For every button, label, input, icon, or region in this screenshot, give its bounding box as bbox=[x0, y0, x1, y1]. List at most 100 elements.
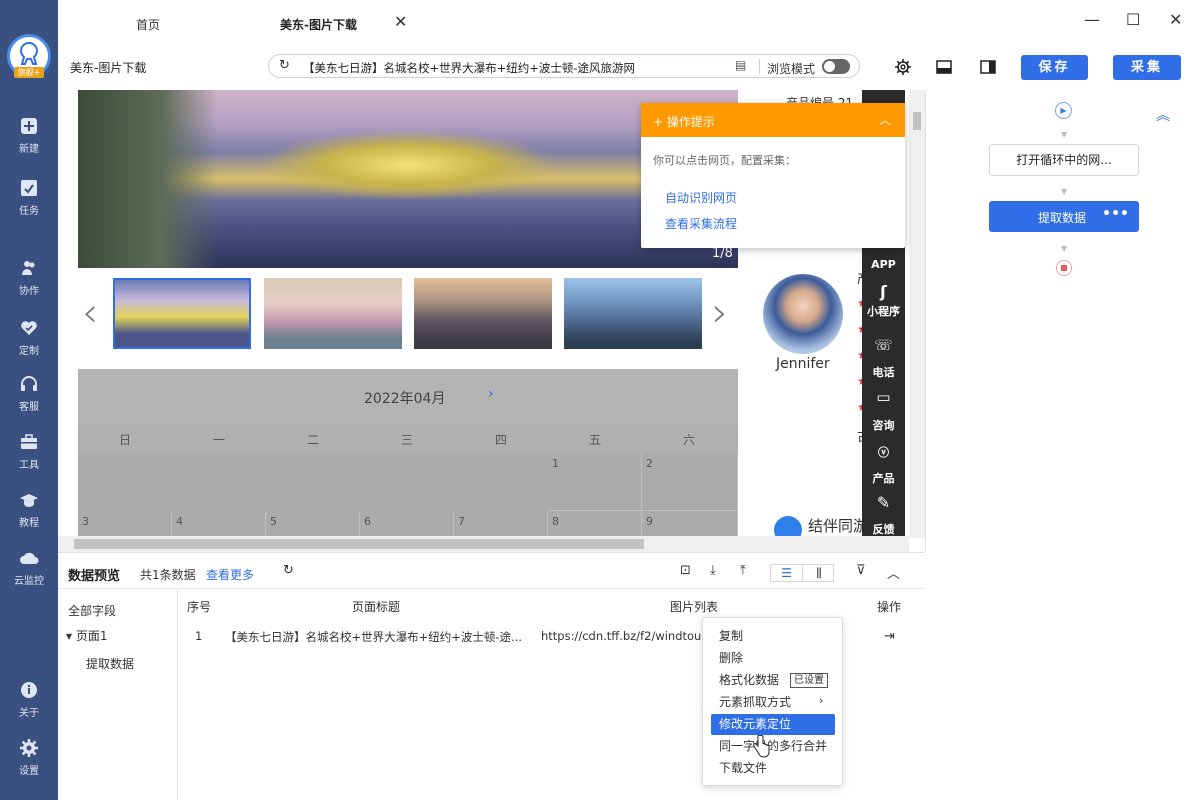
image-counter: 1/8 bbox=[712, 246, 733, 261]
collapse-icon[interactable]: ︿ bbox=[879, 111, 891, 128]
refresh-icon[interactable]: ↻ bbox=[279, 58, 290, 73]
extract-data-step[interactable]: 提取数据 ••• bbox=[989, 201, 1139, 232]
prev-arrow-icon[interactable]: ‹ bbox=[82, 290, 98, 336]
view-flow-link[interactable]: 查看采集流程 bbox=[665, 215, 737, 232]
hero-image[interactable]: 1/8 bbox=[78, 90, 738, 268]
tab-task-image-download[interactable]: 美东-图片下载 bbox=[280, 16, 357, 33]
tab-bar: 首页 美东-图片下载 ✕ — ☐ ✕ bbox=[58, 0, 1200, 46]
app-logo[interactable]: 旗舰+ bbox=[7, 34, 51, 78]
maximize-button[interactable]: ☐ bbox=[1126, 10, 1140, 29]
add-field-icon[interactable]: ⊡ bbox=[680, 563, 691, 578]
sidebar-item-custom[interactable]: 定制 bbox=[0, 318, 58, 368]
list-view-icon[interactable]: ☰ bbox=[771, 565, 803, 581]
compare-icon[interactable]: ⓥ bbox=[862, 444, 905, 460]
cell-images[interactable]: https://cdn.tff.bz/f2/windtour/... bbox=[541, 629, 721, 643]
mini-program-link[interactable]: 小程序 bbox=[862, 303, 905, 319]
sidebar-item-collab[interactable]: 协作 bbox=[0, 258, 58, 308]
upload-icon[interactable]: ⤒ bbox=[740, 563, 746, 578]
page1-item[interactable]: ▾ 页面1 bbox=[66, 627, 107, 644]
extract-data-item[interactable]: 提取数据 bbox=[86, 655, 134, 672]
thumbnail[interactable] bbox=[264, 278, 402, 349]
cell-no: 1 bbox=[195, 629, 203, 643]
view-more-link[interactable]: 查看更多 bbox=[206, 566, 254, 583]
all-fields-item[interactable]: 全部字段 bbox=[68, 602, 116, 619]
sidebar-item-settings[interactable]: 设置 bbox=[0, 738, 58, 788]
view-switch[interactable]: ☰ ⫼ bbox=[770, 564, 834, 582]
export-row-icon[interactable]: ⇥ bbox=[884, 629, 895, 644]
collapse-up-icon[interactable]: ︽ bbox=[1156, 105, 1170, 125]
col-header-images: 图片列表 bbox=[670, 600, 719, 614]
guide-avatar[interactable] bbox=[763, 274, 843, 354]
browse-mode-toggle[interactable] bbox=[822, 59, 850, 74]
phone-link[interactable]: 电话 bbox=[862, 364, 905, 380]
sidebar-item-label: 工具 bbox=[19, 460, 39, 471]
calendar-next-icon[interactable]: › bbox=[488, 386, 494, 402]
field-context-menu: 复制 删除 格式化数据 已设置 元素抓取方式 › 修改元素定位 同一字段的多行合… bbox=[702, 617, 843, 786]
tab-home[interactable]: 首页 bbox=[136, 16, 160, 33]
heart-check-icon bbox=[21, 321, 37, 335]
mini-program-icon[interactable]: ʃ bbox=[862, 282, 905, 301]
cell-title[interactable]: 【美东七日游】名城名校+世界大瀑布+纽约+波士顿-途... bbox=[225, 629, 522, 645]
calendar-weekdays: 日 一 二 三 四 五 六 bbox=[78, 425, 738, 453]
record-count: 共1条数据 bbox=[140, 568, 196, 582]
play-icon[interactable]: ▶ bbox=[1055, 102, 1072, 119]
column-view-icon[interactable]: ⫼ bbox=[803, 565, 835, 581]
thumbnail[interactable] bbox=[414, 278, 552, 349]
tab-close-icon[interactable]: ✕ bbox=[394, 12, 407, 31]
url-text[interactable]: 【美东七日游】名城名校+世界大瀑布+纽约+波士顿-途风旅游网 bbox=[303, 60, 635, 76]
url-bar[interactable]: ↻ 【美东七日游】名城名校+世界大瀑布+纽约+波士顿-途风旅游网 ▤ 浏览模式 bbox=[268, 54, 860, 78]
sidebar-item-tools[interactable]: 工具 bbox=[0, 432, 58, 482]
stop-icon[interactable] bbox=[1056, 260, 1072, 276]
companion-link[interactable]: 结伴同游 bbox=[808, 515, 868, 536]
tips-header[interactable]: + 操作提示 ︿ bbox=[641, 103, 905, 137]
settings-gear-icon[interactable] bbox=[894, 58, 912, 76]
menu-modify-locator[interactable]: 修改元素定位 bbox=[711, 714, 835, 735]
collect-button[interactable]: 采集 bbox=[1113, 55, 1181, 80]
thumbnail[interactable] bbox=[113, 278, 251, 349]
sidebar-item-task[interactable]: 任务 bbox=[0, 178, 58, 228]
phone-icon[interactable]: ☏ bbox=[862, 336, 905, 354]
close-window-button[interactable]: ✕ bbox=[1169, 10, 1182, 29]
sidebar-item-tutorial[interactable]: 教程 bbox=[0, 490, 58, 540]
minimize-button[interactable]: — bbox=[1084, 10, 1100, 29]
plus-square-icon bbox=[21, 118, 37, 134]
sidebar-item-about[interactable]: 关于 bbox=[0, 680, 58, 730]
feedback-link[interactable]: 反馈 bbox=[862, 521, 905, 537]
calendar-day[interactable]: 1 bbox=[548, 453, 642, 511]
edit-icon[interactable]: ✎ bbox=[862, 493, 905, 512]
thumbnail[interactable] bbox=[564, 278, 702, 349]
menu-download-file[interactable]: 下载文件 bbox=[711, 758, 835, 779]
product-link[interactable]: 产品 bbox=[862, 470, 905, 486]
tips-description: 你可以点击网页，配置采集： bbox=[653, 154, 796, 167]
page-source-icon[interactable]: ▤ bbox=[735, 58, 746, 72]
menu-merge-rows[interactable]: 同一字段的多行合并 bbox=[711, 736, 835, 757]
sidebar-item-service[interactable]: 客服 bbox=[0, 374, 58, 424]
consult-link[interactable]: 咨询 bbox=[862, 417, 905, 433]
menu-delete[interactable]: 删除 bbox=[711, 648, 835, 669]
sidebar-item-new[interactable]: 新建 bbox=[0, 116, 58, 166]
auto-detect-link[interactable]: 自动识别网页 bbox=[665, 189, 737, 206]
sidebar-item-label: 任务 bbox=[19, 206, 39, 217]
guide-name: Jennifer bbox=[776, 356, 830, 372]
col-header-action: 操作 bbox=[877, 600, 902, 614]
refresh-icon[interactable]: ↻ bbox=[283, 563, 294, 578]
weekday: 五 bbox=[588, 433, 601, 447]
app-link[interactable]: APP bbox=[862, 258, 905, 271]
more-icon[interactable]: ••• bbox=[1102, 206, 1129, 222]
layout-bottom-icon[interactable] bbox=[935, 58, 953, 76]
next-arrow-icon[interactable]: › bbox=[712, 290, 728, 336]
sidebar-item-cloud[interactable]: 云监控 bbox=[0, 548, 58, 598]
calendar-day[interactable]: 2 bbox=[642, 453, 738, 511]
chat-icon[interactable]: ▭ bbox=[862, 388, 905, 406]
save-button[interactable]: 保存 bbox=[1021, 55, 1088, 80]
vertical-scrollbar[interactable] bbox=[909, 90, 925, 538]
download-icon[interactable]: ⤓ bbox=[710, 563, 716, 578]
filter-icon[interactable]: ⊽ bbox=[856, 563, 866, 578]
calendar-month: 2022年04月 bbox=[364, 391, 446, 407]
layout-right-icon[interactable] bbox=[979, 58, 997, 76]
open-loop-page-step[interactable]: 打开循环中的网... bbox=[989, 144, 1139, 176]
menu-element-capture[interactable]: 元素抓取方式 bbox=[711, 692, 835, 713]
collapse-panel-icon[interactable]: ︿ bbox=[887, 563, 900, 582]
horizontal-scrollbar[interactable] bbox=[58, 536, 909, 552]
menu-copy[interactable]: 复制 bbox=[711, 626, 835, 647]
